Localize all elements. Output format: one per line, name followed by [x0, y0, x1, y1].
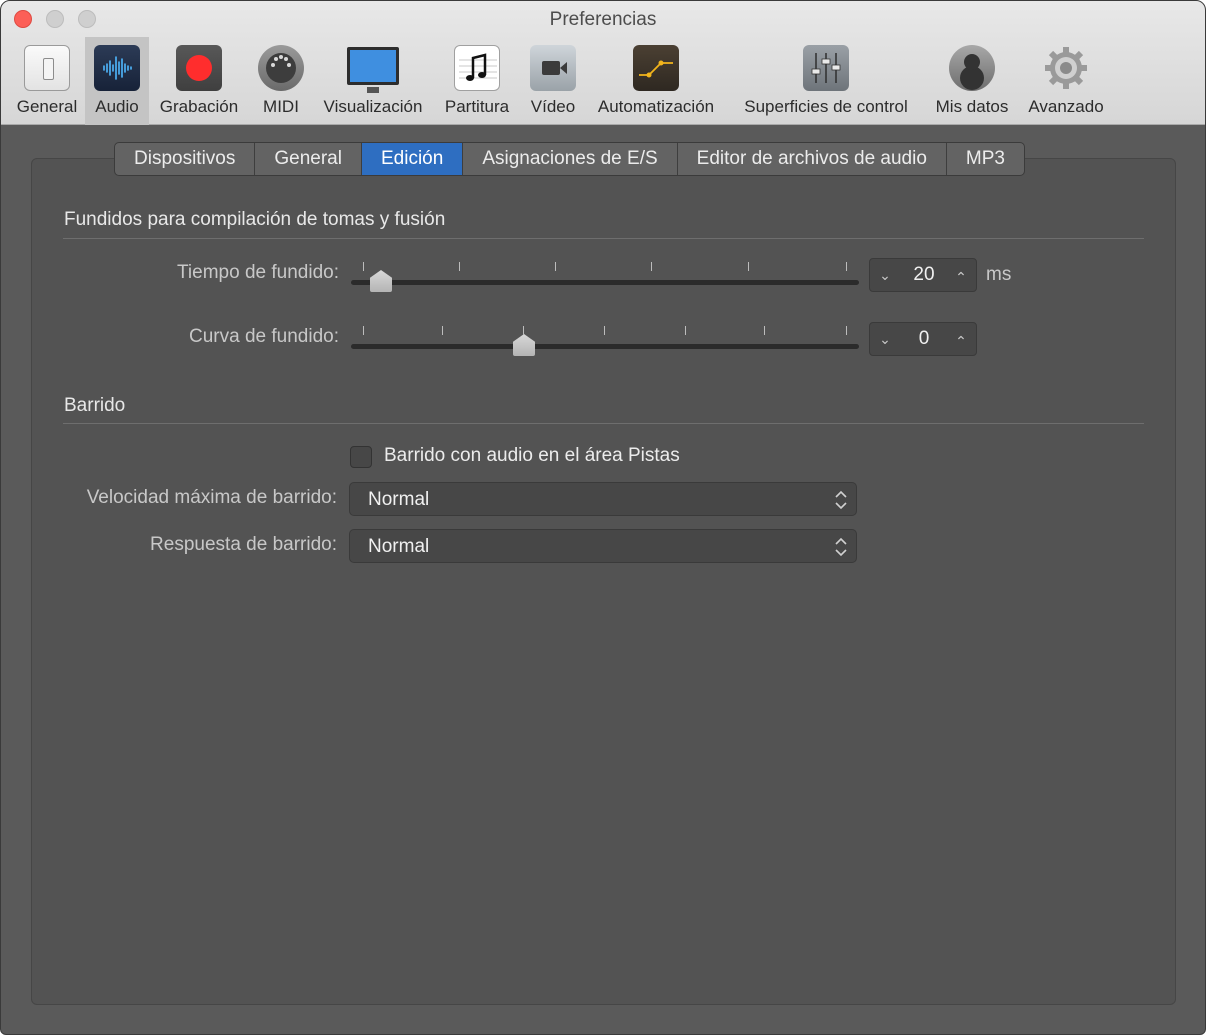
slider-tick: [651, 262, 652, 271]
tab-audio-file-editor[interactable]: Editor de archivos de audio: [678, 143, 947, 175]
toolbar-item-label: Automatización: [597, 97, 715, 116]
toolbar-item-my-info[interactable]: Mis datos: [927, 37, 1017, 125]
toolbar-item-label: MIDI: [263, 97, 299, 116]
slider-track: [351, 344, 859, 349]
section-divider: [63, 238, 1144, 239]
toolbar-item-label: Visualización: [323, 97, 423, 116]
user-silhouette-icon: [949, 45, 995, 91]
window-title: Preferencias: [549, 9, 657, 30]
fade-curve-slider[interactable]: [351, 326, 859, 356]
chevron-down-icon[interactable]: ⌄: [876, 329, 894, 349]
slider-tick: [604, 326, 605, 335]
midi-connector-icon: [258, 45, 304, 91]
chevron-up-icon[interactable]: ⌃: [952, 331, 970, 351]
scrub-section-title: Barrido: [64, 395, 126, 416]
slider-tick: [459, 262, 460, 271]
scrub-response-value: Normal: [368, 536, 430, 557]
tab-editing[interactable]: Edición: [361, 143, 464, 175]
toolbar-item-general[interactable]: General: [9, 37, 85, 125]
video-camera-icon: [530, 45, 576, 91]
toolbar-item-label: Mis datos: [935, 97, 1009, 116]
toolbar-item-label: Grabación: [159, 97, 239, 116]
fader-icon: [803, 45, 849, 91]
fade-curve-label: Curva de fundido:: [189, 326, 339, 347]
scrub-audio-checkbox-label[interactable]: Barrido con audio en el área Pistas: [384, 445, 680, 467]
chevron-up-icon[interactable]: ⌃: [952, 267, 970, 287]
toolbar-item-recording[interactable]: Grabación: [153, 37, 245, 125]
slider-tick: [685, 326, 686, 335]
slider-tick: [748, 262, 749, 271]
slider-knob[interactable]: [513, 334, 535, 356]
fade-time-value[interactable]: 20: [896, 264, 952, 286]
toolbar-item-label: Avanzado: [1028, 97, 1104, 116]
toolbar-item-midi[interactable]: MIDI: [251, 37, 311, 125]
slider-tick: [523, 326, 524, 335]
toolbar-item-display[interactable]: Visualización: [315, 37, 431, 125]
tab-mp3[interactable]: MP3: [947, 143, 1024, 175]
gear-icon: [1043, 45, 1089, 91]
slider-tick: [442, 326, 443, 335]
music-note-icon: [454, 45, 500, 91]
slider-tick: [363, 262, 364, 271]
toolbar-item-control-surfaces[interactable]: Superficies de control: [731, 37, 921, 125]
scrub-response-label: Respuesta de barrido:: [150, 534, 337, 555]
record-icon: [176, 45, 222, 91]
scrub-audio-checkbox[interactable]: [350, 446, 372, 468]
title-bar: Preferencias General Audio Grabación MID…: [1, 1, 1205, 125]
fade-time-label: Tiempo de fundido:: [177, 262, 339, 283]
tab-general[interactable]: General: [255, 143, 362, 175]
toolbar-item-label: Vídeo: [530, 97, 576, 116]
slider-tick: [846, 326, 847, 335]
toolbar-item-label: General: [16, 97, 78, 116]
toolbar-item-label: Superficies de control: [744, 97, 908, 116]
chevron-down-icon[interactable]: ⌄: [876, 265, 894, 285]
tab-bar: Dispositivos General Edición Asignacione…: [114, 142, 1025, 176]
slider-tick: [363, 326, 364, 335]
max-scrub-speed-select[interactable]: Normal: [349, 482, 857, 516]
fade-time-stepper[interactable]: ⌄ 20 ⌃: [869, 258, 977, 292]
toolbar-item-label: Audio: [95, 97, 139, 116]
fade-curve-stepper[interactable]: ⌄ 0 ⌃: [869, 322, 977, 356]
slider-tick: [555, 262, 556, 271]
fades-section-title: Fundidos para compilación de tomas y fus…: [64, 209, 446, 230]
display-monitor-icon: [347, 47, 399, 85]
toolbar-item-label: Partitura: [444, 97, 510, 116]
slider-tick: [764, 326, 765, 335]
fade-time-unit: ms: [986, 264, 1012, 285]
automation-curve-icon: [633, 45, 679, 91]
fade-curve-value[interactable]: 0: [896, 328, 952, 350]
max-scrub-speed-label: Velocidad máxima de barrido:: [86, 487, 337, 508]
slider-tick: [846, 262, 847, 271]
scrub-response-select[interactable]: Normal: [349, 529, 857, 563]
toolbar-item-score[interactable]: Partitura: [437, 37, 517, 125]
max-scrub-speed-value: Normal: [368, 489, 430, 510]
slider-knob[interactable]: [370, 270, 392, 292]
tab-devices[interactable]: Dispositivos: [115, 143, 256, 175]
up-down-chevron-icon: [835, 490, 847, 510]
tab-io-assignments[interactable]: Asignaciones de E/S: [463, 143, 678, 175]
audio-waveform-icon: [94, 45, 140, 91]
up-down-chevron-icon: [835, 537, 847, 557]
fade-time-slider[interactable]: [351, 262, 859, 292]
preferences-window: Preferencias General Audio Grabación MID…: [0, 0, 1206, 1035]
monitor-stand: [367, 87, 379, 93]
toolbar-item-video[interactable]: Vídeo: [523, 37, 583, 125]
slider-track: [351, 280, 859, 285]
general-switch-icon: [24, 45, 70, 91]
toolbar-item-audio[interactable]: Audio: [85, 37, 149, 125]
toolbar-item-automation[interactable]: Automatización: [589, 37, 723, 125]
section-divider: [63, 423, 1144, 424]
toolbar-item-advanced[interactable]: Avanzado: [1021, 37, 1111, 125]
